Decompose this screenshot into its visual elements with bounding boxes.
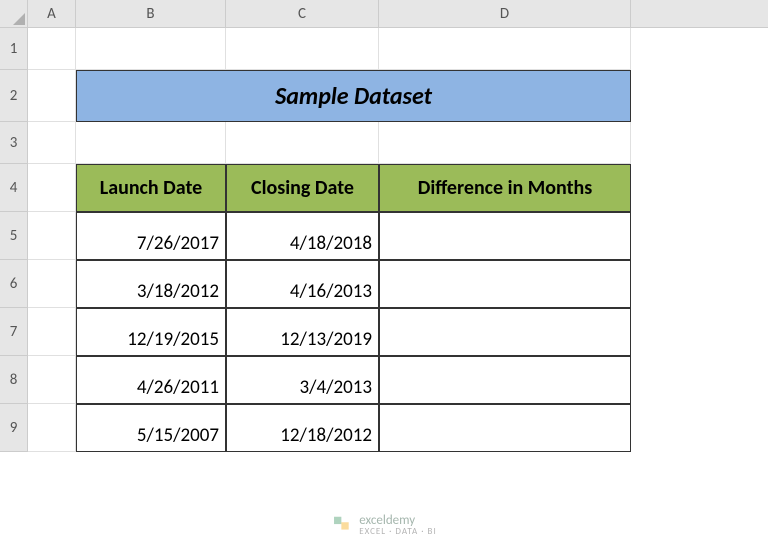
cell-D8[interactable] — [379, 356, 631, 404]
cell-C8[interactable]: 3/4/2013 — [226, 356, 379, 404]
col-header-D[interactable]: D — [379, 0, 631, 28]
cell-B1[interactable] — [76, 28, 226, 70]
spreadsheet: ABCD 123456789 Sample Dataset Launch Date… — [0, 0, 768, 544]
cell-B9[interactable]: 5/15/2007 — [76, 404, 226, 452]
row-header-7[interactable]: 7 — [0, 308, 28, 356]
cell-A6[interactable] — [28, 260, 76, 308]
watermark: exceldemy EXCEL · DATA · BI — [331, 514, 436, 536]
cell-B8[interactable]: 4/26/2011 — [76, 356, 226, 404]
cell-D6[interactable] — [379, 260, 631, 308]
row-header-5[interactable]: 5 — [0, 212, 28, 260]
title-cell[interactable]: Sample Dataset — [76, 70, 631, 122]
cell-C6[interactable]: 4/16/2013 — [226, 260, 379, 308]
cell-A4[interactable] — [28, 164, 76, 212]
cell-A9[interactable] — [28, 404, 76, 452]
cell-D3[interactable] — [379, 122, 631, 164]
cell-C5[interactable]: 4/18/2018 — [226, 212, 379, 260]
cell-D1[interactable] — [379, 28, 631, 70]
watermark-tag: EXCEL · DATA · BI — [359, 527, 436, 536]
header-diff[interactable]: Difference in Months — [379, 164, 631, 212]
select-all-corner[interactable] — [0, 0, 28, 28]
cell-C7[interactable]: 12/13/2019 — [226, 308, 379, 356]
cell-C9[interactable]: 12/18/2012 — [226, 404, 379, 452]
cell-B3[interactable] — [76, 122, 226, 164]
col-header-A[interactable]: A — [28, 0, 76, 28]
col-header-empty[interactable] — [631, 0, 768, 28]
row-header-6[interactable]: 6 — [0, 260, 28, 308]
cell-A5[interactable] — [28, 212, 76, 260]
cell-B7[interactable]: 12/19/2015 — [76, 308, 226, 356]
cell-D7[interactable] — [379, 308, 631, 356]
cell-A7[interactable] — [28, 308, 76, 356]
cell-A3[interactable] — [28, 122, 76, 164]
cell-B5[interactable]: 7/26/2017 — [76, 212, 226, 260]
watermark-icon — [331, 514, 353, 536]
col-header-B[interactable]: B — [76, 0, 226, 28]
row-headers: 123456789 — [0, 28, 28, 452]
select-all-icon — [13, 13, 25, 25]
cell-A2[interactable] — [28, 70, 76, 122]
column-headers: ABCD — [28, 0, 768, 28]
row-header-3[interactable]: 3 — [0, 122, 28, 164]
grid-area: Sample Dataset Launch DateClosing DateDif… — [28, 28, 631, 452]
row-header-2[interactable]: 2 — [0, 70, 28, 122]
header-launch[interactable]: Launch Date — [76, 164, 226, 212]
row-header-1[interactable]: 1 — [0, 28, 28, 70]
col-header-C[interactable]: C — [226, 0, 379, 28]
row-header-4[interactable]: 4 — [0, 164, 28, 212]
cell-D9[interactable] — [379, 404, 631, 452]
cell-C1[interactable] — [226, 28, 379, 70]
cell-A8[interactable] — [28, 356, 76, 404]
header-closing[interactable]: Closing Date — [226, 164, 379, 212]
row-header-8[interactable]: 8 — [0, 356, 28, 404]
cell-B6[interactable]: 3/18/2012 — [76, 260, 226, 308]
cell-D5[interactable] — [379, 212, 631, 260]
cell-A1[interactable] — [28, 28, 76, 70]
row-header-9[interactable]: 9 — [0, 404, 28, 452]
cell-C3[interactable] — [226, 122, 379, 164]
